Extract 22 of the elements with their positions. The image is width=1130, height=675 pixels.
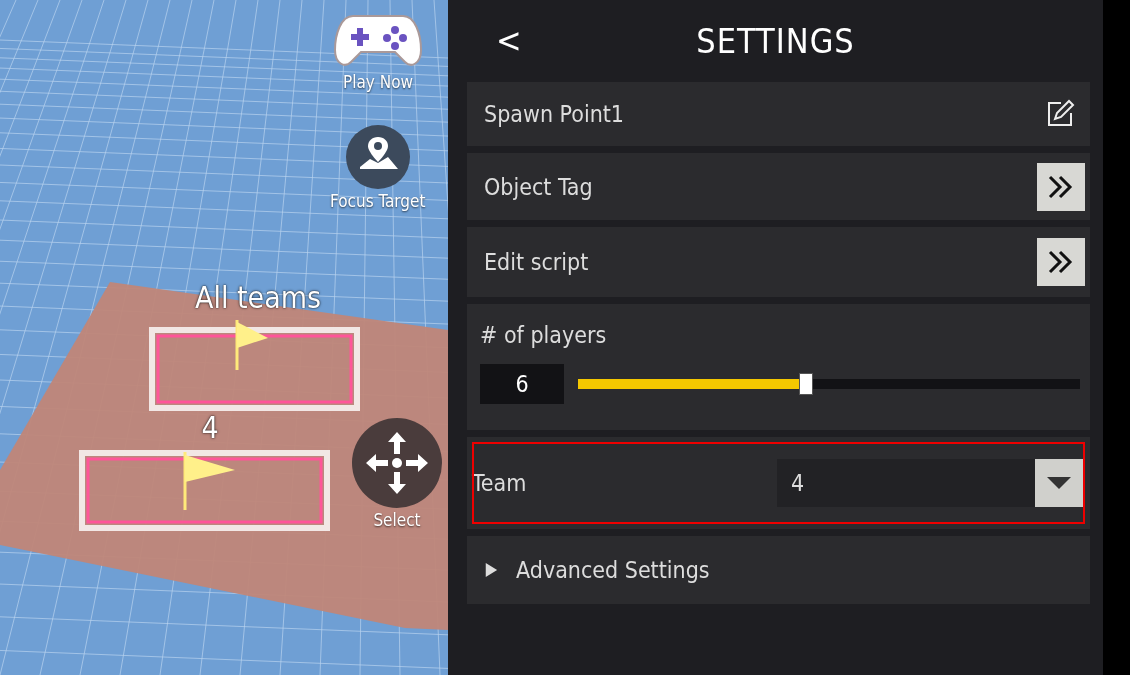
- slider-label: # of players: [480, 322, 608, 348]
- triangle-icon: [484, 562, 498, 578]
- back-button[interactable]: <: [488, 20, 530, 60]
- double-chevron-icon: [1047, 249, 1075, 275]
- row-label: Object Tag: [484, 173, 594, 200]
- slider-thumb[interactable]: [799, 373, 814, 395]
- section-toggle[interactable]: Advanced Settings: [467, 536, 1090, 604]
- edit-icon: [1045, 99, 1075, 129]
- edit-button[interactable]: [1045, 99, 1075, 129]
- panel-title: SETTINGS: [696, 21, 855, 61]
- object-label: 4: [201, 410, 219, 445]
- map-pin-icon: [345, 125, 410, 189]
- dropdown-label: Team: [472, 470, 528, 496]
- double-chevron-icon: [1047, 173, 1075, 200]
- caret-down-icon: [1047, 477, 1071, 489]
- double-chevron-button[interactable]: [1037, 162, 1085, 211]
- move-arrows-icon: [352, 418, 442, 508]
- object-name: Spawn Point1: [484, 101, 626, 127]
- row-label: Edit script: [484, 249, 590, 275]
- team-dropdown[interactable]: 4: [777, 459, 1083, 507]
- value-field[interactable]: 6: [480, 364, 564, 404]
- double-chevron-button[interactable]: [1037, 238, 1085, 286]
